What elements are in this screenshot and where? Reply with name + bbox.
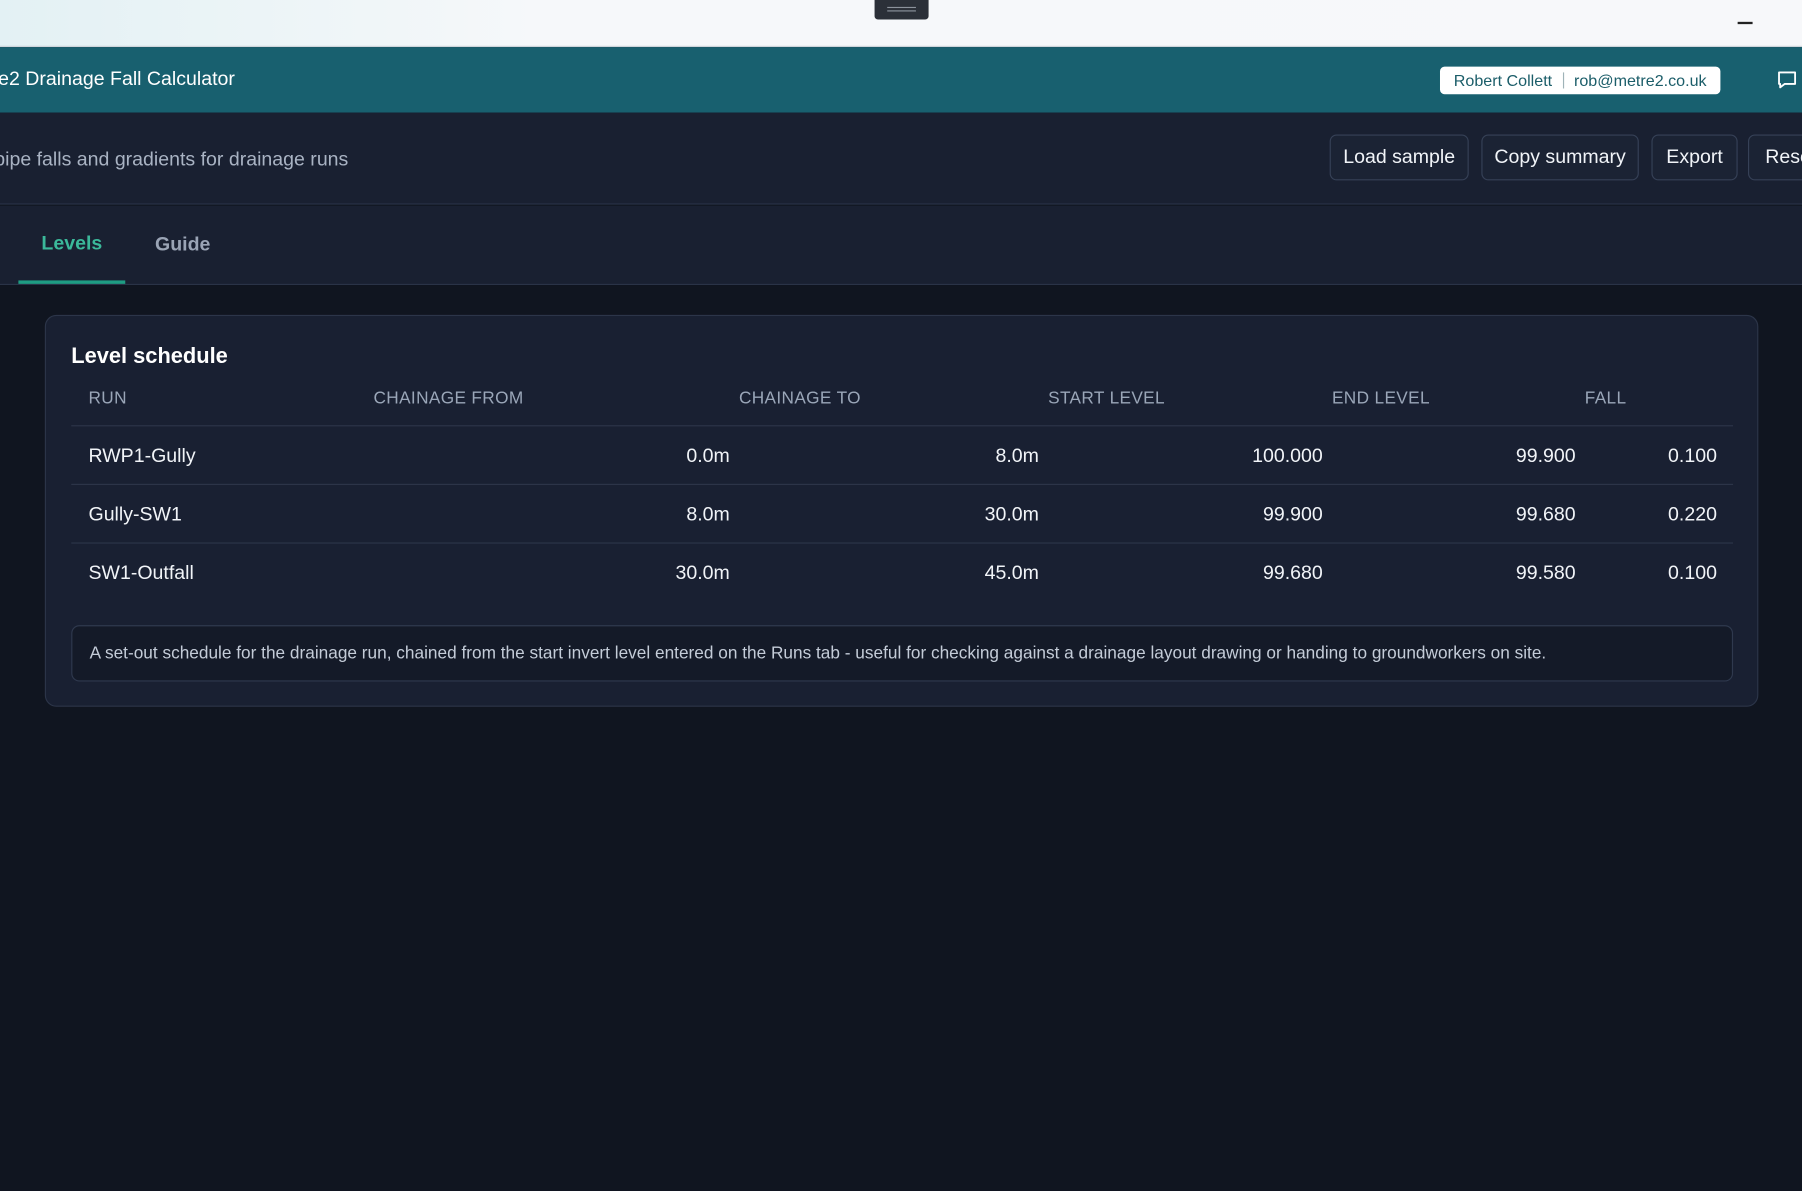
minimize-icon[interactable] bbox=[1730, 7, 1762, 39]
app-title: tre2 Drainage Fall Calculator bbox=[0, 67, 235, 90]
table-row: Gully-SW1 8.0m 30.0m 99.900 99.680 0.220 bbox=[71, 483, 1734, 543]
cell-run: Gully-SW1 bbox=[88, 503, 182, 526]
window-titlebar bbox=[0, 0, 1802, 48]
app-subtitle: pipe falls and gradients for drainage ru… bbox=[0, 148, 349, 171]
cell-run: RWP1-Gully bbox=[88, 444, 196, 467]
cell-chainage-from: 0.0m bbox=[686, 444, 730, 467]
cell-fall: 0.220 bbox=[1668, 503, 1717, 526]
cell-start-level: 99.900 bbox=[1263, 503, 1323, 526]
cell-start-level: 100.000 bbox=[1252, 444, 1323, 467]
export-button[interactable]: Export bbox=[1651, 134, 1738, 181]
app-viewport: tre2 Drainage Fall Calculator Robert Col… bbox=[0, 0, 1802, 1191]
tab-bar: Levels Guide bbox=[0, 205, 1802, 286]
level-schedule-card: Level schedule RUN CHAINAGE FROM CHAINAG… bbox=[44, 314, 1759, 707]
card-title: Level schedule bbox=[71, 344, 228, 369]
column-header-start-level: START LEVEL bbox=[1048, 388, 1165, 408]
table-row: RWP1-Gully 0.0m 8.0m 100.000 99.900 0.10… bbox=[71, 425, 1734, 484]
toolbar: pipe falls and gradients for drainage ru… bbox=[0, 112, 1802, 205]
cell-chainage-from: 30.0m bbox=[675, 561, 730, 584]
drag-handle-icon[interactable] bbox=[874, 0, 929, 20]
column-header-run: RUN bbox=[88, 388, 127, 408]
load-sample-button[interactable]: Load sample bbox=[1329, 134, 1469, 181]
tab-levels[interactable]: Levels bbox=[18, 206, 126, 284]
cell-run: SW1-Outfall bbox=[88, 561, 194, 584]
user-name: Robert Collett bbox=[1453, 71, 1553, 90]
user-badge-divider bbox=[1562, 72, 1564, 89]
schedule-note: A set-out schedule for the drainage run,… bbox=[71, 625, 1734, 682]
user-email: rob@metre2.co.uk bbox=[1573, 71, 1707, 90]
chat-bubble-icon[interactable] bbox=[1776, 69, 1799, 92]
column-header-fall: FALL bbox=[1584, 388, 1627, 408]
column-header-chainage-from: CHAINAGE FROM bbox=[373, 388, 524, 408]
copy-summary-button[interactable]: Copy summary bbox=[1481, 134, 1639, 181]
cell-chainage-to: 30.0m bbox=[984, 503, 1039, 526]
cell-chainage-to: 8.0m bbox=[995, 444, 1039, 467]
cell-end-level: 99.680 bbox=[1515, 503, 1576, 526]
column-header-end-level: END LEVEL bbox=[1331, 388, 1430, 408]
cell-fall: 0.100 bbox=[1668, 444, 1717, 467]
column-header-chainage-to: CHAINAGE TO bbox=[738, 388, 861, 408]
app-header: tre2 Drainage Fall Calculator Robert Col… bbox=[0, 47, 1802, 113]
tab-guide[interactable]: Guide bbox=[143, 206, 223, 284]
cell-chainage-to: 45.0m bbox=[984, 561, 1039, 584]
cell-chainage-from: 8.0m bbox=[686, 503, 730, 526]
cell-end-level: 99.580 bbox=[1515, 561, 1576, 584]
cell-fall: 0.100 bbox=[1668, 561, 1717, 584]
app-window: tre2 Drainage Fall Calculator Robert Col… bbox=[0, 0, 1802, 1191]
cell-end-level: 99.900 bbox=[1515, 444, 1576, 467]
user-badge[interactable]: Robert Collett rob@metre2.co.uk bbox=[1439, 66, 1721, 95]
cell-start-level: 99.680 bbox=[1263, 561, 1323, 584]
table-row: SW1-Outfall 30.0m 45.0m 99.680 99.580 0.… bbox=[71, 542, 1734, 601]
reset-button[interactable]: Rese bbox=[1747, 134, 1802, 181]
